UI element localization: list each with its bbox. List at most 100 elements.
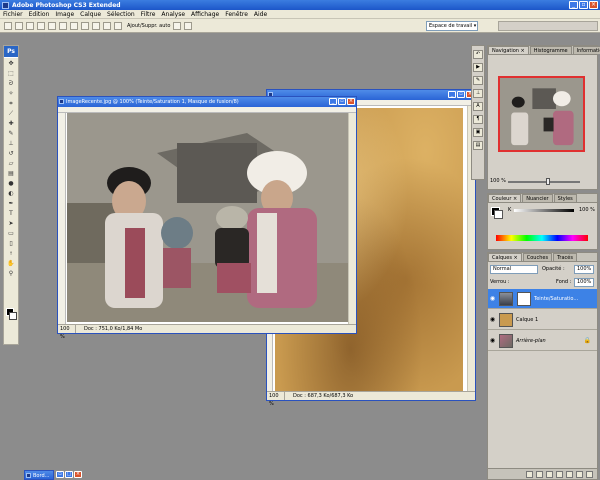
maximize-button[interactable]: □ [65,471,73,478]
adjustment-layer-icon[interactable] [556,470,563,478]
type-tool-icon[interactable]: T [6,210,16,218]
auto-add-remove-label[interactable]: Ajout/Suppr. auto [127,23,170,29]
new-group-icon[interactable] [566,470,573,478]
menu-aide[interactable]: Aide [254,11,267,18]
doc-close-button[interactable]: × [347,98,355,105]
doc-maximize-button[interactable]: ▫ [457,91,465,98]
align-bottom-icon[interactable] [48,21,56,30]
eraser-tool-icon[interactable]: ▱ [6,160,16,168]
menu-affichage[interactable]: Affichage [191,11,219,18]
close-button[interactable]: × [74,471,82,478]
navigator-zoom-slider[interactable] [508,181,580,183]
brushes-panel-icon[interactable]: ✎ [473,76,483,85]
menu-fichier[interactable]: Fichier [3,11,23,18]
k-slider[interactable] [514,209,574,212]
trash-icon[interactable] [586,470,593,478]
menu-edition[interactable]: Edition [29,11,50,18]
shape-rect-icon[interactable] [59,21,67,30]
history-brush-tool-icon[interactable]: ↺ [6,150,16,158]
minimized-document[interactable]: Bord... [24,470,54,480]
menu-fenetre[interactable]: Fenêtre [225,11,248,18]
add-mask-icon[interactable] [546,470,553,478]
k-value[interactable]: 100 % [579,207,595,213]
menu-calque[interactable]: Calque [80,11,101,18]
vertical-scrollbar[interactable] [348,113,356,325]
background-color-swatch[interactable] [494,210,503,219]
layer-row[interactable]: ◉ Arrière-plan 🔒 [488,331,597,351]
history-panel-icon[interactable]: ↶ [473,50,483,59]
navigator-zoom[interactable]: 100 % [490,178,506,184]
line-icon[interactable] [103,21,111,30]
layer-comps-panel-icon[interactable]: ▤ [473,141,483,150]
menu-image[interactable]: Image [55,11,74,18]
path-selection-tool-icon[interactable]: ➤ [6,220,16,228]
color-spectrum-bar[interactable] [496,235,588,241]
minimize-button[interactable]: _ [569,1,578,9]
eye-icon[interactable]: ◉ [488,337,497,344]
layer-style-icon[interactable] [536,470,543,478]
custom-shape-icon[interactable] [114,21,122,30]
lasso-tool-icon[interactable]: ᘐ [6,80,16,88]
doc-minimize-button[interactable]: _ [329,98,337,105]
brush-tool-icon[interactable]: ✎ [6,130,16,138]
move-tool-icon[interactable]: ✥ [6,60,16,68]
eye-icon[interactable]: ◉ [488,316,497,323]
doc-size-info[interactable]: Doc : 687,3 Ko/687,3 Ko [285,392,353,400]
new-layer-icon[interactable] [576,470,583,478]
tool-presets-panel-icon[interactable]: ▣ [473,128,483,137]
hand-tool-icon[interactable]: ✋ [6,260,16,268]
layer-mask-thumbnail[interactable] [517,291,531,306]
tab-navigation[interactable]: Navigation × [488,46,529,54]
marquee-tool-icon[interactable]: ⬚ [6,70,16,78]
layer-row[interactable]: ◉ Teinte/Saturatio... [488,289,597,309]
magic-wand-tool-icon[interactable]: ✧ [6,90,16,98]
fill-field[interactable]: 100% [574,278,594,287]
zoom-tool-icon[interactable]: ⚲ [6,270,16,278]
gradient-tool-icon[interactable]: ▤ [6,170,16,178]
tab-nuancier[interactable]: Nuancier [522,194,553,202]
color-swatch-icon[interactable] [184,21,193,30]
style-icon[interactable] [173,21,182,30]
healing-brush-tool-icon[interactable]: ✚ [6,120,16,128]
navigator-zoom-handle[interactable] [546,178,550,185]
menu-analyse[interactable]: Analyse [161,11,185,18]
layer-name[interactable]: Calque 1 [516,317,538,323]
doc-minimize-button[interactable]: _ [448,91,456,98]
character-panel-icon[interactable]: A [473,102,483,111]
doc-maximize-button[interactable]: ▫ [338,98,346,105]
notes-tool-icon[interactable]: ▯ [6,240,16,248]
dodge-tool-icon[interactable]: ◐ [6,190,16,198]
layer-name[interactable]: Arrière-plan [516,338,546,344]
tab-calques[interactable]: Calques × [488,253,522,261]
tab-couches[interactable]: Couches [522,253,553,261]
eyedropper-tool-icon[interactable]: ⟊ [6,250,16,258]
blur-tool-icon[interactable]: ● [6,180,16,188]
slice-tool-icon[interactable]: ⟋ [6,110,16,118]
photo-document-window[interactable]: ImageRecente.jpg @ 100% (Teinte/Saturati… [57,96,357,340]
tab-styles[interactable]: Styles [553,194,577,202]
shape-rounded-icon[interactable] [70,21,78,30]
pen-tool-icon[interactable]: ✒ [6,200,16,208]
crop-tool-icon[interactable]: ⌗ [6,100,16,108]
clone-source-panel-icon[interactable]: ⊥ [473,89,483,98]
restore-button[interactable]: ▫ [579,1,588,9]
photo-document-titlebar[interactable]: ImageRecente.jpg @ 100% (Teinte/Saturati… [58,97,356,107]
zoom-level[interactable]: 100 % [267,392,285,407]
align-middle-icon[interactable] [37,21,45,30]
workspace-dropdown[interactable]: Espace de travail ▾ [426,21,478,31]
eye-icon[interactable]: ◉ [488,295,497,302]
close-button[interactable]: × [589,1,598,9]
menu-filtre[interactable]: Filtre [141,11,156,18]
shape-ellipse-icon[interactable] [81,21,89,30]
zoom-level[interactable]: 100 % [58,325,76,340]
photo-canvas[interactable] [67,113,349,322]
align-top-icon[interactable] [26,21,34,30]
restore-button[interactable]: ▫ [56,471,64,478]
link-layers-icon[interactable] [526,470,533,478]
shape-polygon-icon[interactable] [92,21,100,30]
auto-select-checkbox[interactable] [15,21,23,30]
stamp-tool-icon[interactable]: ⊥ [6,140,16,148]
tab-couleur[interactable]: Couleur × [488,194,522,202]
tab-histogram[interactable]: Histogramme [529,46,572,54]
opacity-field[interactable]: 100% [574,265,594,274]
